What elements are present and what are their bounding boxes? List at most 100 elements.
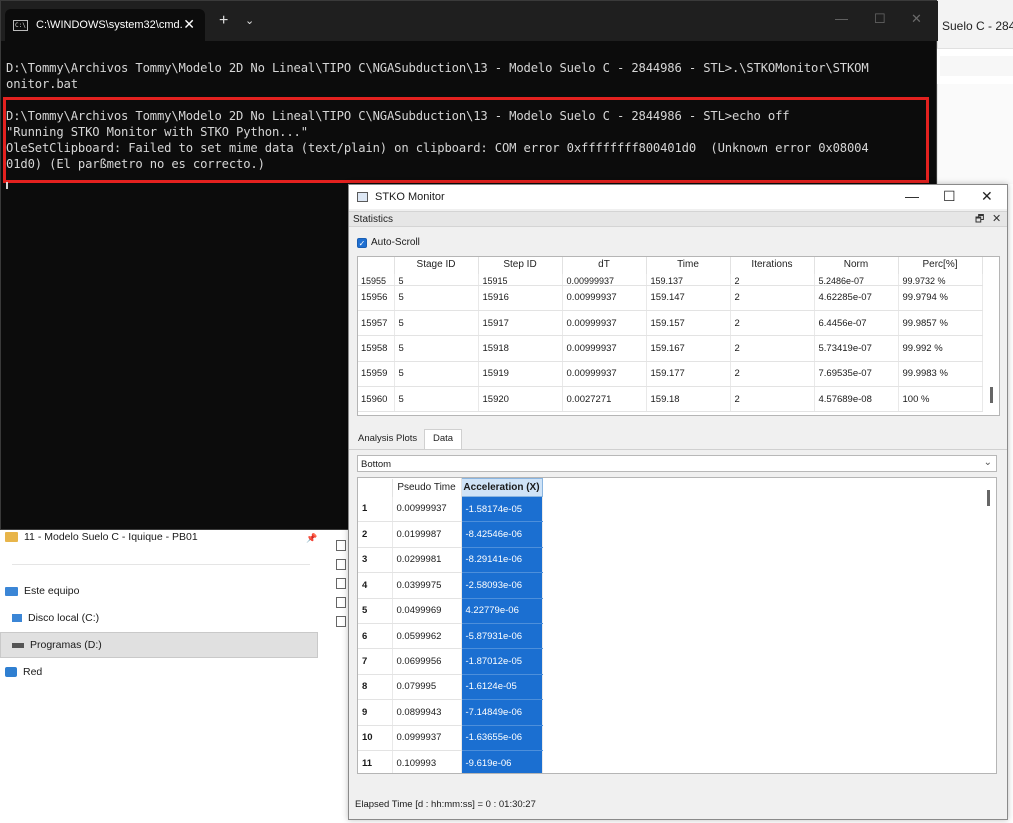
- close-button[interactable]: ✕: [911, 11, 922, 27]
- table-cell[interactable]: 6.4456e-07: [814, 310, 899, 337]
- explorer-window-titlebar[interactable]: Suelo C - 2844: [937, 0, 1013, 48]
- table-cell-selected[interactable]: 4.22779e-06: [461, 598, 543, 624]
- row-header[interactable]: 9: [358, 699, 393, 726]
- row-header[interactable]: 15960: [358, 386, 395, 413]
- table-cell[interactable]: 99.9857 %: [898, 310, 983, 337]
- tab-analysis-plots[interactable]: Analysis Plots: [358, 433, 417, 444]
- table-cell[interactable]: 0.0699956: [392, 648, 462, 675]
- table-cell[interactable]: 2: [730, 361, 815, 388]
- table-cell[interactable]: 5: [394, 361, 479, 388]
- row-header[interactable]: 1: [358, 496, 393, 523]
- statistics-table[interactable]: Stage ID Step ID dT Time Iterations Norm…: [357, 256, 1000, 416]
- table-cell[interactable]: 2: [730, 335, 815, 362]
- table-cell[interactable]: 2: [730, 310, 815, 337]
- table-row[interactable]: 11 0.109993 -9.619e-06: [358, 750, 543, 773]
- table-cell[interactable]: 15917: [478, 310, 563, 337]
- table-cell[interactable]: 0.0899943: [392, 699, 462, 726]
- table-cell[interactable]: 0.00999937: [562, 310, 647, 337]
- row-header[interactable]: 15959: [358, 361, 395, 388]
- tab-data[interactable]: Data: [433, 433, 453, 444]
- table-cell[interactable]: 0.0999937: [392, 725, 462, 751]
- table-cell[interactable]: 0.00999937: [562, 274, 647, 286]
- table-row[interactable]: 3 0.0299981 -8.29141e-06: [358, 547, 543, 574]
- row-header[interactable]: 4: [358, 572, 393, 599]
- table-cell-selected[interactable]: -1.63655e-06: [461, 725, 543, 751]
- table-cell[interactable]: 0.00999937: [392, 496, 462, 523]
- maximize-button[interactable]: ☐: [874, 11, 886, 27]
- table-row[interactable]: 1 0.00999937 -1.58174e-05: [358, 496, 543, 523]
- table-cell[interactable]: 0.0299981: [392, 547, 462, 574]
- row-header[interactable]: 15958: [358, 335, 395, 362]
- table-cell-selected[interactable]: -5.87931e-06: [461, 623, 543, 650]
- table-cell-selected[interactable]: -9.619e-06: [461, 750, 543, 773]
- table-cell[interactable]: 15915: [478, 274, 563, 286]
- table-cell[interactable]: 2: [730, 386, 815, 413]
- dock-float-icon[interactable]: 🗗: [975, 212, 984, 229]
- table-cell[interactable]: 15920: [478, 386, 563, 413]
- column-header-selected[interactable]: Acceleration (X): [460, 478, 543, 497]
- row-header[interactable]: 3: [358, 547, 393, 574]
- table-cell[interactable]: 99.992 %: [898, 335, 983, 362]
- table-row[interactable]: 9 0.0899943 -7.14849e-06: [358, 699, 543, 726]
- table-cell[interactable]: 0.0599962: [392, 623, 462, 650]
- table-cell-selected[interactable]: -1.6124e-05: [461, 674, 543, 701]
- table-row[interactable]: 15955 5 15915 0.00999937 159.137 2 5.2486e-07 9…: [358, 274, 983, 286]
- table-cell[interactable]: 15918: [478, 335, 563, 362]
- table-cell[interactable]: 159.177: [646, 361, 731, 388]
- table-row[interactable]: 15960 5 15920 0.0027271 159.18 2 4.57689e-08 10…: [358, 386, 983, 413]
- table-row[interactable]: 15958 5 15918 0.00999937 159.167 2 5.73419e-07…: [358, 335, 983, 362]
- table-row[interactable]: 15959 5 15919 0.00999937 159.177 2 7.69535e-07…: [358, 361, 983, 388]
- row-header[interactable]: 6: [358, 623, 393, 650]
- table-row[interactable]: 8 0.079995 -1.6124e-05: [358, 674, 543, 701]
- table-cell[interactable]: 5.2486e-07: [814, 274, 899, 286]
- nav-item-network[interactable]: Red: [5, 666, 42, 678]
- table-cell-selected[interactable]: -2.58093e-06: [461, 572, 543, 599]
- table-cell[interactable]: 0.0199987: [392, 521, 462, 548]
- row-header[interactable]: 15957: [358, 310, 395, 337]
- table-cell[interactable]: 5: [394, 386, 479, 413]
- column-header[interactable]: Time: [646, 257, 731, 274]
- row-header[interactable]: 2: [358, 521, 393, 548]
- autoscroll-checkbox[interactable]: ✓ Auto-Scroll: [357, 237, 420, 248]
- table-cell[interactable]: 0.0399975: [392, 572, 462, 599]
- table-cell[interactable]: 4.57689e-08: [814, 386, 899, 413]
- table-cell[interactable]: 5.73419e-07: [814, 335, 899, 362]
- table-cell[interactable]: 100 %: [898, 386, 983, 413]
- tab-close-icon[interactable]: ✕: [183, 16, 195, 32]
- table-cell[interactable]: 159.167: [646, 335, 731, 362]
- row-header[interactable]: 15956: [358, 285, 395, 311]
- stko-monitor-window[interactable]: STKO Monitor — ☐ ✕ Statistics 🗗 ✕ ✓ Auto…: [348, 184, 1008, 820]
- row-header[interactable]: 10: [358, 725, 393, 751]
- row-header[interactable]: 5: [358, 598, 393, 624]
- table-cell[interactable]: 15919: [478, 361, 563, 388]
- table-row[interactable]: 4 0.0399975 -2.58093e-06: [358, 572, 543, 599]
- table-cell[interactable]: 4.62285e-07: [814, 285, 899, 311]
- column-header[interactable]: Perc[%]: [898, 257, 983, 274]
- column-header[interactable]: Step ID: [478, 257, 563, 274]
- column-header[interactable]: Pseudo Time: [392, 478, 462, 497]
- table-cell[interactable]: 0.00999937: [562, 361, 647, 388]
- location-dropdown[interactable]: Bottom ⌄: [357, 455, 997, 472]
- table-cell[interactable]: 7.69535e-07: [814, 361, 899, 388]
- nav-item-this-pc[interactable]: Este equipo: [5, 585, 79, 597]
- table-row[interactable]: 15957 5 15917 0.00999937 159.157 2 6.4456e-07 9…: [358, 310, 983, 337]
- row-header[interactable]: 15955: [358, 274, 395, 286]
- table-cell[interactable]: 15916: [478, 285, 563, 311]
- table-row[interactable]: 7 0.0699956 -1.87012e-05: [358, 648, 543, 675]
- table-row[interactable]: 6 0.0599962 -5.87931e-06: [358, 623, 543, 650]
- table-cell-selected[interactable]: -7.14849e-06: [461, 699, 543, 726]
- row-header[interactable]: 8: [358, 674, 393, 701]
- table-cell[interactable]: 5: [394, 274, 479, 286]
- table-cell[interactable]: 2: [730, 285, 815, 311]
- row-header[interactable]: 11: [358, 750, 393, 773]
- table-cell-selected[interactable]: -1.87012e-05: [461, 648, 543, 675]
- scrollbar-thumb[interactable]: [987, 490, 990, 506]
- table-cell[interactable]: 0.00999937: [562, 335, 647, 362]
- table-cell[interactable]: 0.0499969: [392, 598, 462, 624]
- dock-close-icon[interactable]: ✕: [992, 212, 1001, 225]
- table-cell[interactable]: 0.109993: [392, 750, 462, 773]
- column-header[interactable]: Norm: [814, 257, 899, 274]
- table-cell[interactable]: 99.9794 %: [898, 285, 983, 311]
- column-header[interactable]: Iterations: [730, 257, 815, 274]
- cmd-titlebar[interactable]: C:\ C:\WINDOWS\system32\cmd. ✕ + ⌄ — ☐ ✕: [1, 1, 938, 41]
